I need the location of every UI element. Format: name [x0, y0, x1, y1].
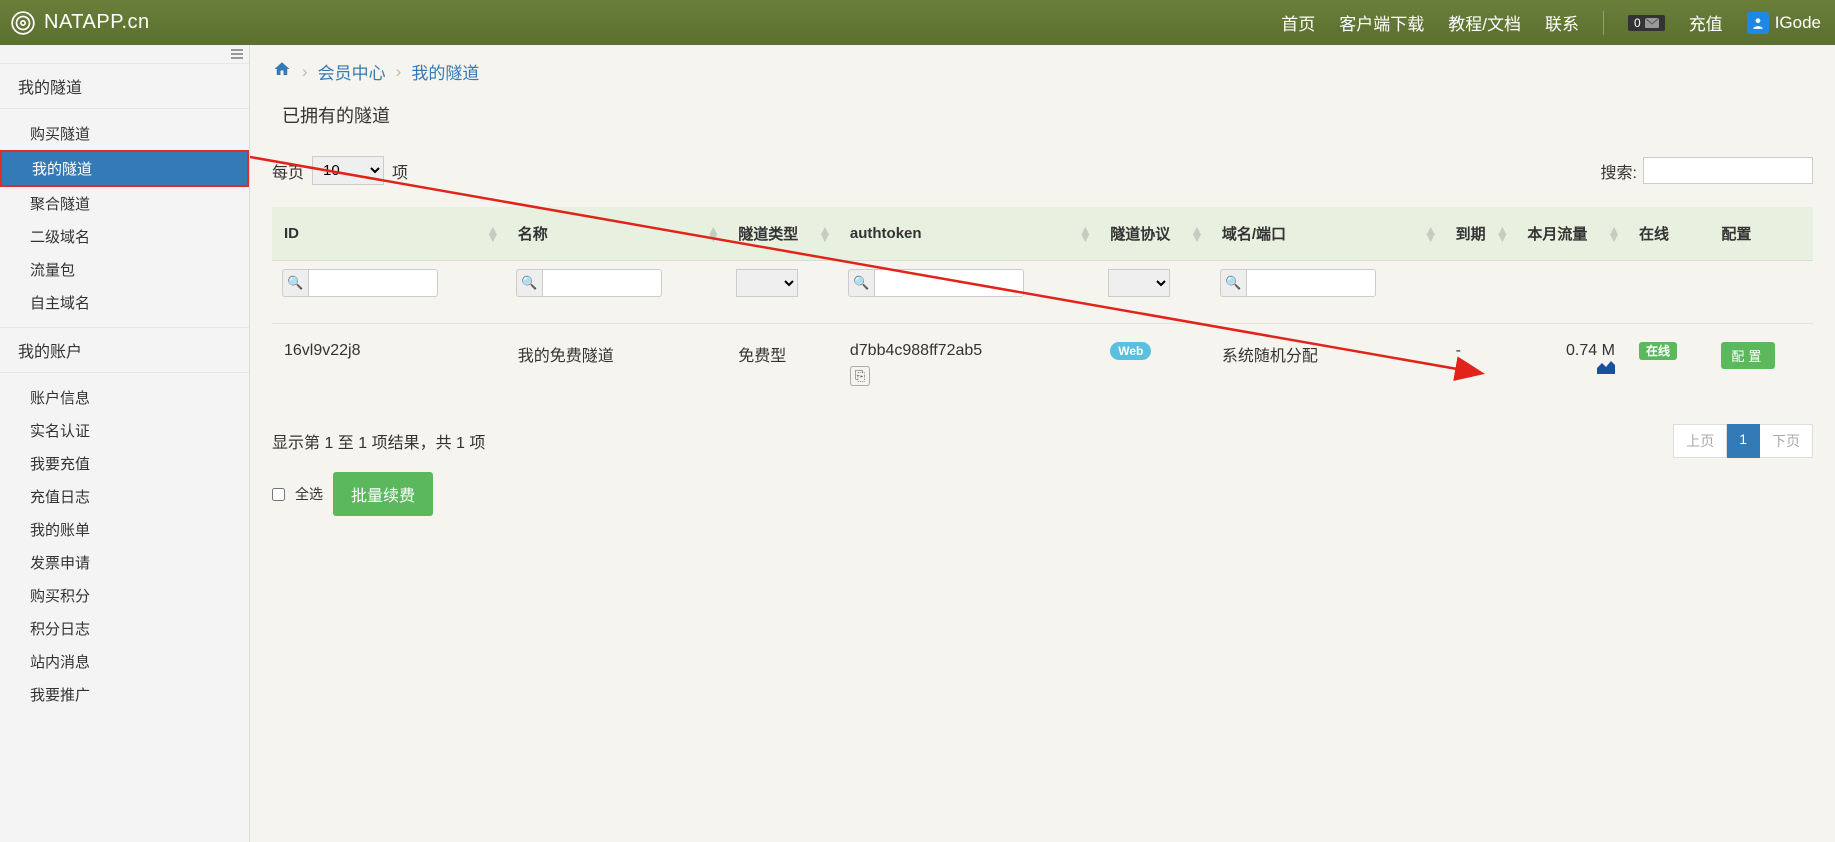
sidebar-item[interactable]: 二级域名 [0, 220, 249, 253]
page-next[interactable]: 下页 [1760, 424, 1813, 458]
page-1[interactable]: 1 [1727, 424, 1760, 458]
sidebar-item[interactable]: 发票申请 [0, 546, 249, 579]
search-label: 搜索: [1601, 159, 1637, 183]
search-icon: 🔍 [848, 269, 874, 297]
sidebar-item[interactable]: 自主域名 [0, 286, 249, 319]
user-menu[interactable]: IGode [1747, 12, 1821, 34]
cell-id: 16vl9v22j8 [272, 324, 506, 405]
page-title: 已拥有的隧道 [282, 102, 1813, 128]
main-header: NATAPP.cn 首页 客户端下载 教程/文档 联系 0 充值 IGode [0, 0, 1835, 45]
sidebar-item[interactable]: 站内消息 [0, 645, 249, 678]
sidebar-item[interactable]: 账户信息 [0, 381, 249, 414]
sidebar-item[interactable]: 充值日志 [0, 480, 249, 513]
config-button[interactable]: 配置 [1721, 342, 1775, 369]
sidebar-item[interactable]: 我要充值 [0, 447, 249, 480]
nav-docs[interactable]: 教程/文档 [1448, 10, 1521, 35]
pagination: 上页 1 下页 [1673, 424, 1813, 458]
username: IGode [1775, 13, 1821, 33]
nav-download[interactable]: 客户端下载 [1339, 10, 1424, 35]
protocol-badge: Web [1110, 342, 1151, 360]
sidebar-item[interactable]: 积分日志 [0, 612, 249, 645]
filter-name-input[interactable] [542, 269, 662, 297]
sidebar-item[interactable]: 我要推广 [0, 678, 249, 711]
cell-expire: - [1444, 324, 1516, 405]
column-header[interactable]: 隧道类型▲▼ [726, 207, 838, 261]
search-icon: 🔍 [516, 269, 542, 297]
brand-text: NATAPP.cn [44, 11, 150, 34]
sidebar-item[interactable]: 购买积分 [0, 579, 249, 612]
search-icon: 🔍 [282, 269, 308, 297]
filter-type-select[interactable] [736, 269, 798, 297]
column-header[interactable]: 名称▲▼ [506, 207, 727, 261]
nav-recharge[interactable]: 充值 [1689, 10, 1723, 35]
traffic-text: 0.74 M [1566, 342, 1615, 359]
filter-domain-input[interactable] [1246, 269, 1376, 297]
breadcrumb-sep: › [302, 62, 308, 82]
search-control: 搜索: [1601, 157, 1813, 184]
mail-icon [1645, 18, 1659, 28]
select-all-label: 全选 [295, 484, 323, 504]
main-content: › 会员中心 › 我的隧道 已拥有的隧道 每页 10 项 搜索: ID▲▼名称▲… [250, 45, 1835, 842]
nav-home[interactable]: 首页 [1281, 10, 1315, 35]
online-badge: 在线 [1639, 342, 1677, 360]
search-input[interactable] [1643, 157, 1813, 184]
brand[interactable]: NATAPP.cn [10, 10, 150, 36]
sidebar-item[interactable]: 我的账单 [0, 513, 249, 546]
sidebar-group-tunnels: 我的隧道 [0, 63, 249, 109]
column-header[interactable]: authtoken▲▼ [838, 207, 1098, 261]
page-length-suffix: 项 [392, 159, 408, 183]
sidebar: 我的隧道 购买隧道我的隧道聚合隧道二级域名流量包自主域名 我的账户 账户信息实名… [0, 45, 250, 842]
column-header[interactable]: 隧道协议▲▼ [1098, 207, 1210, 261]
sidebar-item[interactable]: 流量包 [0, 253, 249, 286]
home-icon[interactable] [272, 60, 292, 83]
search-icon: 🔍 [1220, 269, 1246, 297]
column-header[interactable]: ID▲▼ [272, 207, 506, 261]
cell-traffic: 0.74 M [1515, 324, 1627, 405]
page-length-select[interactable]: 10 [312, 156, 384, 185]
column-header[interactable]: 域名/端口▲▼ [1210, 207, 1444, 261]
sidebar-toggle-icon[interactable] [0, 45, 249, 63]
select-all-checkbox[interactable] [272, 488, 285, 501]
cell-token: d7bb4c988ff72ab5 ⎘ [838, 324, 1098, 405]
breadcrumb: › 会员中心 › 我的隧道 [272, 59, 1813, 84]
brand-icon [10, 10, 36, 36]
chart-icon[interactable] [1597, 361, 1615, 378]
sidebar-item[interactable]: 聚合隧道 [0, 187, 249, 220]
sidebar-item[interactable]: 购买隧道 [0, 117, 249, 150]
cell-domain: 系统随机分配 [1210, 324, 1444, 405]
cell-type: 免费型 [726, 324, 838, 405]
message-count: 0 [1634, 16, 1641, 30]
column-header[interactable]: 配置 [1709, 207, 1813, 261]
table-info: 显示第 1 至 1 项结果，共 1 项 [272, 429, 485, 453]
nav-divider [1603, 11, 1604, 35]
filter-id-input[interactable] [308, 269, 438, 297]
copy-icon[interactable]: ⎘ [850, 366, 870, 386]
cell-name: 我的免费隧道 [506, 324, 727, 405]
breadcrumb-current[interactable]: 我的隧道 [411, 59, 479, 84]
message-badge[interactable]: 0 [1628, 15, 1665, 31]
page-length-control: 每页 10 项 [272, 156, 408, 185]
avatar-icon [1747, 12, 1769, 34]
sidebar-item[interactable]: 我的隧道 [0, 150, 249, 187]
page-length-prefix: 每页 [272, 159, 304, 183]
filter-protocol-select[interactable] [1108, 269, 1170, 297]
sidebar-group-account: 我的账户 [0, 327, 249, 373]
bulk-renew-button[interactable]: 批量续费 [333, 472, 433, 516]
breadcrumb-member-center[interactable]: 会员中心 [318, 59, 386, 84]
nav-contact[interactable]: 联系 [1545, 10, 1579, 35]
tunnels-table: ID▲▼名称▲▼隧道类型▲▼authtoken▲▼隧道协议▲▼域名/端口▲▼到期… [272, 207, 1813, 404]
column-header[interactable]: 本月流量▲▼ [1515, 207, 1627, 261]
column-header[interactable]: 在线 [1627, 207, 1709, 261]
authtoken-text: d7bb4c988ff72ab5 [850, 342, 982, 359]
filter-token-input[interactable] [874, 269, 1024, 297]
table-row: 16vl9v22j8 我的免费隧道 免费型 d7bb4c988ff72ab5 ⎘… [272, 324, 1813, 405]
page-prev[interactable]: 上页 [1673, 424, 1727, 458]
breadcrumb-sep: › [396, 62, 402, 82]
sidebar-item[interactable]: 实名认证 [0, 414, 249, 447]
column-header[interactable]: 到期▲▼ [1444, 207, 1516, 261]
filter-row: 🔍 🔍 🔍 🔍 [272, 261, 1813, 324]
